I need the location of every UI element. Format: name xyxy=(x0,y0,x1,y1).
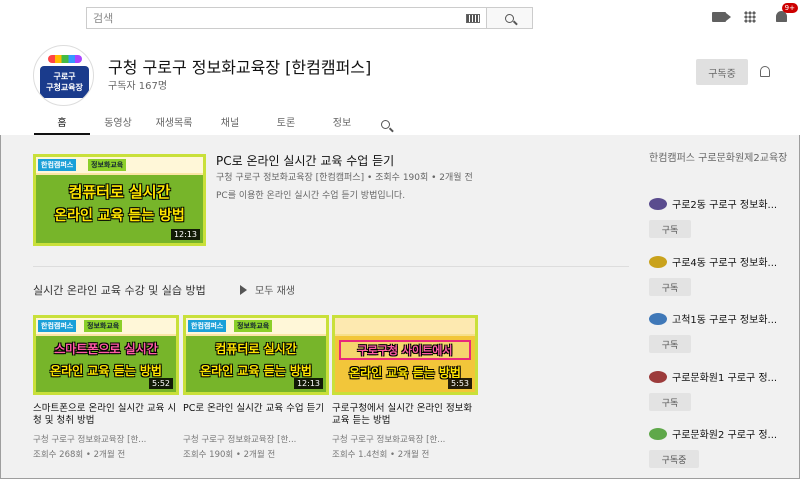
channel-title: 구청 구로구 정보화교육장 [한컴캠퍼스] xyxy=(108,58,372,77)
thumbnail-caption-2: 온라인 교육 듣는 방법 xyxy=(50,364,162,378)
video-duration: 5:52 xyxy=(149,378,173,389)
thumbnail-tag: 한컴캠퍼스 xyxy=(188,320,227,332)
play-all-label: 모두 재생 xyxy=(255,286,295,297)
video-duration: 12:13 xyxy=(170,229,200,240)
subscribe-button[interactable]: 구독 xyxy=(649,278,691,296)
video-card[interactable]: 한컴캠퍼스 정보화교육 스마트폰으로 실시간 온라인 교육 듣는 방법 5:52… xyxy=(33,315,179,460)
search-placeholder: 검색 xyxy=(93,12,114,25)
create-video-icon[interactable] xyxy=(712,12,731,22)
channel-icon[interactable] xyxy=(649,371,667,383)
notifications-button[interactable]: 9+ xyxy=(774,3,798,25)
thumbnail-tag: 한컴캠퍼스 xyxy=(38,159,77,171)
channel-icon[interactable] xyxy=(649,313,667,325)
avatar-text-2: 구청교육장 xyxy=(46,83,83,92)
tab-home[interactable]: 홈 xyxy=(34,108,90,135)
video-channel[interactable]: 구청 구로구 정보화교육장 [한... xyxy=(33,433,179,445)
tab-about[interactable]: 정보 xyxy=(314,108,370,135)
subscribed-button[interactable]: 구독중 xyxy=(649,450,699,468)
channel-tabs: 홈 동영상 재생목록 채널 토론 정보 xyxy=(34,108,400,135)
subscribe-button[interactable]: 구독 xyxy=(649,220,691,238)
video-thumbnail[interactable]: 한컴캠퍼스 정보화교육 스마트폰으로 실시간 온라인 교육 듣는 방법 5:52 xyxy=(33,315,179,395)
apps-grid-icon[interactable] xyxy=(744,11,756,23)
thumbnail-caption-1: 컴퓨터로 실시간 xyxy=(215,342,297,356)
tab-videos[interactable]: 동영상 xyxy=(90,108,146,135)
channel-header: 구로구 구청교육장 구청 구로구 정보화교육장 [한컴캠퍼스] 구독자 167명… xyxy=(0,38,800,135)
channel-name[interactable]: 고척1동 구로구 정보화... xyxy=(672,311,789,326)
search-icon xyxy=(505,13,514,23)
tab-search[interactable] xyxy=(370,108,400,135)
channel-icon[interactable] xyxy=(649,428,667,440)
playlist-section-title[interactable]: 실시간 온라인 교육 수강 및 실습 방법 xyxy=(33,282,206,298)
featured-video-title[interactable]: PC로 온라인 실시간 교육 수업 듣기 xyxy=(216,152,394,169)
thumbnail-art: 한컴캠퍼스 정보화교육 스마트폰으로 실시간 온라인 교육 듣는 방법 5:52 xyxy=(33,315,179,395)
thumbnail-caption-1: 구로구청 사이트에서 xyxy=(339,340,471,360)
video-duration: 5:53 xyxy=(448,378,472,389)
tab-playlists[interactable]: 재생목록 xyxy=(146,108,202,135)
subscribe-button[interactable]: 구독 xyxy=(649,335,691,353)
video-thumbnail[interactable]: 한컴캠퍼스 정보화교육 컴퓨터로 실시간 온라인 교육 듣는 방법 12:13 xyxy=(183,315,329,395)
search-input[interactable]: 검색 xyxy=(87,8,486,28)
tab-channels[interactable]: 채널 xyxy=(202,108,258,135)
subscribed-button[interactable]: 구독중 xyxy=(696,59,748,85)
thumbnail-caption-2: 온라인 교육 듣는 방법 xyxy=(54,208,185,224)
search-box: 검색 xyxy=(86,7,533,29)
video-meta: 조회수 268회 • 2개월 전 xyxy=(33,450,126,460)
play-icon xyxy=(240,284,247,295)
channel-avatar[interactable]: 구로구 구청교육장 xyxy=(33,45,94,106)
thumbnail-caption-2: 온라인 교육 듣는 방법 xyxy=(200,364,312,378)
channel-name[interactable]: 구로문화원1 구로구 정... xyxy=(672,369,789,384)
thumbnail-tag: 한컴캠퍼스 xyxy=(38,320,77,332)
thumbnail-art: 한컴캠퍼스 정보화교육 컴퓨터로 실시간 온라인 교육 듣는 방법 12:13 xyxy=(183,315,329,395)
channel-name[interactable]: 구로2동 구로구 정보화... xyxy=(672,196,789,211)
avatar-text-1: 구로구 xyxy=(53,72,76,81)
video-thumbnail[interactable]: 구로구청 사이트에서 온라인 교육 듣는 방법 5:53 xyxy=(332,315,478,395)
notification-bell-icon[interactable] xyxy=(760,66,770,77)
avatar-logo-dots xyxy=(48,55,82,63)
channel-icon[interactable] xyxy=(649,198,667,210)
featured-channels-title[interactable]: 한컴캠퍼스 구로문화원제2교육장 xyxy=(649,152,789,166)
thumbnail-top-bar xyxy=(335,318,475,334)
featured-video-thumbnail[interactable]: 한컴캠퍼스 정보화교육 컴퓨터로 실시간 온라인 교육 듣는 방법 12:13 xyxy=(33,154,206,246)
featured-video-description: PC를 이용한 온라인 실시간 수업 듣기 방법입니다. xyxy=(216,191,406,201)
video-meta: 조회수 190회 • 2개월 전 xyxy=(183,450,276,460)
thumbnail-tag: 정보화교육 xyxy=(234,320,273,332)
subscribe-button[interactable]: 구독 xyxy=(649,393,691,411)
thumbnail-art: 구로구청 사이트에서 온라인 교육 듣는 방법 5:53 xyxy=(332,315,478,395)
search-button[interactable] xyxy=(486,8,532,28)
thumbnail-art: 한컴캠퍼스 정보화교육 컴퓨터로 실시간 온라인 교육 듣는 방법 12:13 xyxy=(33,154,206,246)
video-channel[interactable]: 구청 구로구 정보화교육장 [한... xyxy=(183,433,329,445)
channel-name[interactable]: 구로문화원2 구로구 정... xyxy=(672,426,789,441)
subscriber-count: 구독자 167명 xyxy=(108,81,168,92)
channel-icon[interactable] xyxy=(649,256,667,268)
video-card[interactable]: 한컴캠퍼스 정보화교육 컴퓨터로 실시간 온라인 교육 듣는 방법 12:13 … xyxy=(183,315,329,460)
thumbnail-tag: 정보화교육 xyxy=(84,320,123,332)
video-meta: 조회수 1.4천회 • 2개월 전 xyxy=(332,450,430,460)
channel-name[interactable]: 구로4동 구로구 정보화... xyxy=(672,254,789,269)
video-title[interactable]: 구로구청에서 실시간 온라인 정보화교육 듣는 방법 xyxy=(332,403,478,427)
channel-search-icon xyxy=(380,120,390,129)
thumbnail-caption-1: 컴퓨터로 실시간 xyxy=(68,183,171,201)
video-title[interactable]: 스마트폰으로 온라인 실시간 교육 시청 및 청취 방법 xyxy=(33,403,179,427)
video-duration: 12:13 xyxy=(293,378,323,389)
video-card[interactable]: 구로구청 사이트에서 온라인 교육 듣는 방법 5:53 구로구청에서 실시간 … xyxy=(332,315,478,460)
thumbnail-caption-1: 스마트폰으로 실시간 xyxy=(54,342,158,356)
video-channel[interactable]: 구청 구로구 정보화교육장 [한... xyxy=(332,433,478,445)
notification-badge: 9+ xyxy=(781,3,798,13)
tab-discussion[interactable]: 토론 xyxy=(258,108,314,135)
section-divider xyxy=(33,266,629,267)
top-actions: 9+ xyxy=(712,3,798,25)
thumbnail-tag: 정보화교육 xyxy=(88,159,127,171)
keyboard-icon[interactable] xyxy=(466,14,480,23)
video-title[interactable]: PC로 온라인 실시간 교육 수업 듣기 xyxy=(183,403,329,427)
top-bar: 검색 9+ xyxy=(0,0,800,38)
play-all-button[interactable]: 모두 재생 xyxy=(240,282,295,297)
avatar-logo: 구로구 구청교육장 xyxy=(40,66,89,98)
featured-video-meta: 구청 구로구 정보화교육장 [한컴캠퍼스] • 조회수 190회 • 2개월 전 xyxy=(216,173,473,183)
